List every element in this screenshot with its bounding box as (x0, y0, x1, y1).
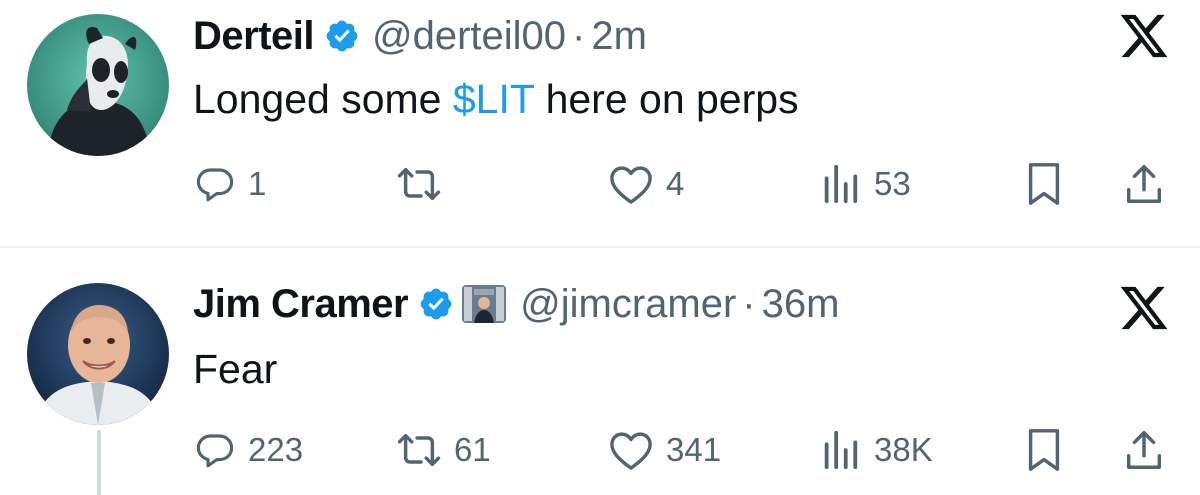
user-handle[interactable]: @jimcramer (520, 282, 736, 327)
avatar[interactable] (27, 14, 169, 156)
action-bar: 1 4 53 (0, 154, 1200, 214)
tweet-card[interactable]: Jim Cramer @jimcramer · 36m Fear 223 61 … (0, 248, 1200, 495)
retweet-icon (397, 167, 441, 201)
bookmark-button[interactable] (1024, 154, 1064, 214)
tweet-text-after: here on perps (534, 76, 799, 122)
views-button[interactable]: 53 (818, 154, 911, 214)
like-button[interactable]: 341 (608, 420, 721, 480)
retweet-icon (397, 433, 441, 467)
verified-badge-icon (420, 288, 452, 320)
views-icon (824, 430, 858, 470)
x-logo-icon (1120, 286, 1168, 330)
tweet-header: Derteil @derteil00 · 2m (193, 8, 647, 64)
action-bar: 223 61 341 38K (0, 420, 1200, 480)
avatar[interactable] (27, 283, 169, 425)
share-button[interactable] (1122, 420, 1166, 480)
bookmark-button[interactable] (1024, 420, 1064, 480)
tweet-text: Fear (193, 346, 278, 392)
views-button[interactable]: 38K (818, 420, 933, 480)
affiliate-badge[interactable] (462, 285, 507, 323)
timestamp[interactable]: 36m (762, 282, 840, 327)
reply-count: 1 (248, 165, 267, 202)
retweet-count: 61 (454, 431, 491, 468)
heart-icon (610, 166, 652, 204)
heart-icon (610, 432, 652, 470)
reply-button[interactable]: 223 (194, 420, 303, 480)
cashtag-link[interactable]: $LIT (453, 76, 534, 122)
reply-count: 223 (248, 431, 304, 468)
share-icon (1126, 165, 1162, 203)
display-name[interactable]: Jim Cramer (193, 282, 409, 327)
like-count: 341 (666, 431, 722, 468)
share-icon (1126, 431, 1162, 469)
tweet-header: Jim Cramer @jimcramer · 36m (193, 276, 839, 332)
views-count: 53 (874, 165, 911, 202)
user-handle[interactable]: @derteil00 (372, 14, 566, 59)
x-logo-icon (1120, 14, 1168, 58)
separator-dot: · (572, 13, 586, 58)
reply-icon (196, 434, 234, 468)
share-button[interactable] (1122, 154, 1166, 214)
display-name[interactable]: Derteil (193, 14, 315, 59)
views-count: 38K (874, 431, 933, 468)
bookmark-icon (1028, 429, 1060, 471)
timestamp[interactable]: 2m (591, 14, 647, 59)
like-count: 4 (666, 165, 685, 202)
verified-badge-icon (326, 20, 358, 52)
reply-icon (196, 168, 234, 202)
tweet-text-before: Longed some (193, 76, 453, 122)
bookmark-icon (1028, 163, 1060, 205)
like-button[interactable]: 4 (608, 154, 684, 214)
separator-dot: · (742, 281, 756, 326)
retweet-button[interactable] (396, 154, 454, 214)
reply-button[interactable]: 1 (194, 154, 266, 214)
tweet-card[interactable]: Derteil @derteil00 · 2m Longed some $LIT… (0, 0, 1200, 246)
tweet-text: Longed some $LIT here on perps (193, 76, 799, 123)
views-icon (824, 164, 858, 204)
thread-line (97, 430, 101, 495)
retweet-button[interactable]: 61 (396, 420, 491, 480)
